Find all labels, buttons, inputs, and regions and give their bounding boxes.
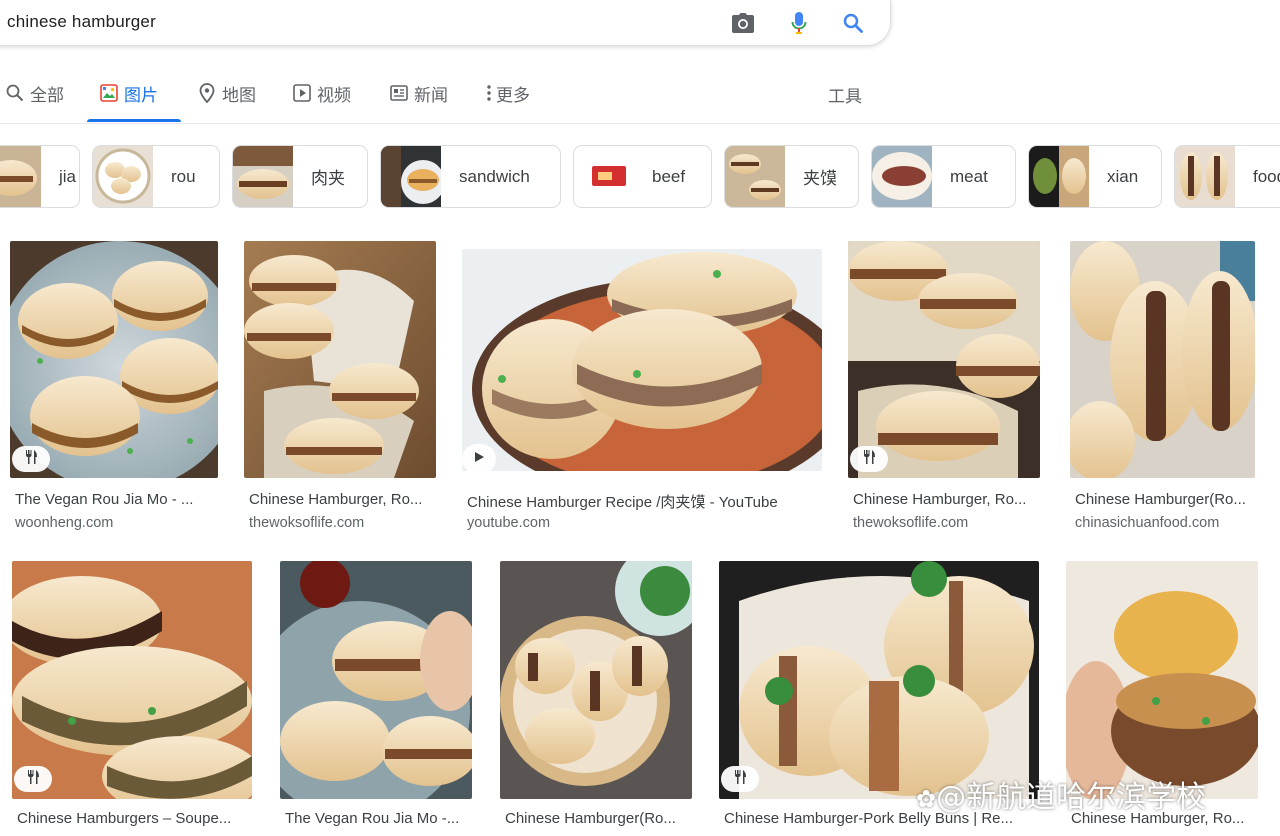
- chip-xian[interactable]: xian: [1028, 145, 1162, 208]
- result-title[interactable]: Chinese Hamburger(Ro...: [505, 810, 693, 827]
- result-image[interactable]: [244, 241, 436, 478]
- result-image[interactable]: [848, 241, 1040, 478]
- result-title[interactable]: The Vegan Rou Jia Mo - ...: [15, 491, 215, 508]
- watermark: ✿@新航道哈尔滨学校: [916, 772, 1206, 816]
- chip-label: beef: [652, 166, 686, 186]
- chip-label: 夹馍: [803, 169, 837, 188]
- tab-videos[interactable]: 视频: [293, 80, 351, 106]
- image-result[interactable]: Chinese Hamburger, Ro... thewoksoflife.c…: [244, 241, 436, 536]
- chip-roujia[interactable]: 肉夹: [232, 145, 368, 208]
- utensils-icon: [24, 449, 38, 470]
- play-icon: [293, 84, 311, 102]
- tab-label: 全部: [30, 85, 64, 105]
- result-source: thewoksoflife.com: [853, 515, 969, 531]
- play-icon: [473, 450, 485, 468]
- video-badge: [462, 444, 496, 474]
- image-result[interactable]: The Vegan Rou Jia Mo -...: [280, 561, 472, 836]
- tab-images[interactable]: 图片: [100, 80, 158, 106]
- chip-label: 肉夹: [311, 169, 345, 188]
- tab-label: 更多: [496, 85, 530, 105]
- chip-label: xian: [1107, 166, 1139, 186]
- chip-thumbnail: [0, 146, 41, 207]
- image-result[interactable]: The Vegan Rou Jia Mo - ... woonheng.com: [10, 241, 218, 536]
- result-image[interactable]: [280, 561, 472, 799]
- chip-meat[interactable]: meat: [871, 145, 1016, 208]
- chip-jiamo[interactable]: 夹馍: [724, 145, 859, 208]
- search-icon: [6, 84, 24, 102]
- result-title[interactable]: Chinese Hamburger Recipe /肉夹馍 - YouTube: [467, 491, 822, 512]
- result-title[interactable]: The Vegan Rou Jia Mo -...: [285, 810, 473, 827]
- search-input[interactable]: chinese hamburger: [7, 12, 156, 32]
- result-image[interactable]: [1066, 561, 1258, 799]
- recipe-badge: [721, 766, 759, 792]
- chip-rou[interactable]: rou: [92, 145, 220, 208]
- chip-jia[interactable]: jia: [0, 145, 80, 208]
- tools-button[interactable]: 工具: [828, 82, 862, 107]
- chip-thumbnail: [872, 146, 932, 207]
- result-source: youtube.com: [467, 515, 551, 531]
- active-tab-indicator: [87, 119, 181, 122]
- result-title[interactable]: Chinese Hamburger, Ro...: [853, 491, 1041, 508]
- tab-label: 图片: [124, 85, 158, 105]
- camera-icon[interactable]: [729, 9, 757, 37]
- tab-label: 视频: [317, 85, 351, 105]
- related-search-chips: jia rou 肉夹 sandwich beef 夹馍 meat xian fo…: [0, 145, 1280, 209]
- chip-label: meat: [950, 166, 988, 186]
- news-icon: [390, 84, 408, 102]
- result-image[interactable]: [12, 561, 252, 799]
- result-source: woonheng.com: [15, 515, 114, 531]
- tab-label: 地图: [222, 85, 256, 105]
- result-source: thewoksoflife.com: [249, 515, 365, 531]
- result-source: chinasichuanfood.com: [1075, 515, 1220, 531]
- more-vert-icon: [484, 84, 494, 102]
- utensils-icon: [862, 449, 876, 470]
- tab-news[interactable]: 新闻: [390, 80, 448, 106]
- chip-thumbnail: [574, 146, 634, 207]
- result-title[interactable]: Chinese Hamburger, Ro...: [249, 491, 433, 508]
- result-title[interactable]: Chinese Hamburgers – Soupe...: [17, 810, 253, 827]
- chip-label: sandwich: [459, 166, 530, 186]
- recipe-badge: [850, 446, 888, 472]
- result-image[interactable]: [462, 249, 822, 471]
- chip-label: jia: [59, 166, 77, 186]
- recipe-badge: [14, 766, 52, 792]
- map-pin-icon: [198, 83, 216, 103]
- image-result[interactable]: Chinese Hamburger Recipe /肉夹馍 - YouTube …: [462, 249, 822, 536]
- tab-more[interactable]: 更多: [484, 80, 530, 106]
- chip-thumbnail: [725, 146, 785, 207]
- result-title[interactable]: Chinese Hamburger(Ro...: [1075, 491, 1260, 508]
- result-image[interactable]: [1070, 241, 1255, 478]
- utensils-icon: [26, 769, 40, 790]
- image-icon: [100, 84, 118, 102]
- chip-thumbnail: [1029, 146, 1089, 207]
- chip-thumbnail: [233, 146, 293, 207]
- watermark-text: @新航道哈尔滨学校: [936, 780, 1207, 815]
- tab-maps[interactable]: 地图: [198, 80, 256, 106]
- weibo-icon: ✿: [916, 785, 937, 813]
- search-tabs: 全部 图片 地图 视频 新闻 更多 工具: [0, 60, 1280, 124]
- result-image[interactable]: [719, 561, 1039, 799]
- chip-label: rou: [171, 166, 196, 186]
- chip-beef[interactable]: beef: [573, 145, 712, 208]
- chip-food[interactable]: food: [1174, 145, 1280, 208]
- result-image[interactable]: [500, 561, 692, 799]
- image-result[interactable]: Chinese Hamburgers – Soupe...: [12, 561, 252, 836]
- chip-sandwich[interactable]: sandwich: [380, 145, 561, 208]
- recipe-badge: [12, 446, 50, 472]
- utensils-icon: [733, 769, 747, 790]
- mic-icon[interactable]: [785, 9, 813, 37]
- chip-thumbnail: [1175, 146, 1235, 207]
- tab-all[interactable]: 全部: [6, 80, 64, 106]
- chip-thumbnail: [93, 146, 153, 207]
- chip-label: food: [1253, 166, 1280, 186]
- tab-label: 新闻: [414, 85, 448, 105]
- image-result[interactable]: Chinese Hamburger, Ro... thewoksoflife.c…: [848, 241, 1040, 536]
- image-result[interactable]: Chinese Hamburger(Ro... chinasichuanfood…: [1070, 241, 1255, 536]
- search-icon[interactable]: [839, 9, 867, 37]
- chip-thumbnail: [381, 146, 441, 207]
- image-result[interactable]: Chinese Hamburger(Ro...: [500, 561, 692, 836]
- result-image[interactable]: [10, 241, 218, 478]
- search-bar[interactable]: chinese hamburger: [0, 0, 891, 46]
